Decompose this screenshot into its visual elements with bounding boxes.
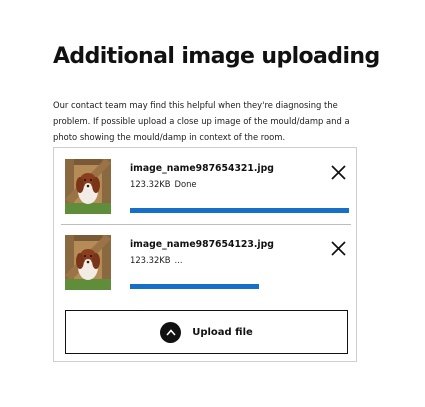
- close-icon: [330, 164, 346, 180]
- upload-file-button[interactable]: Upload file: [65, 310, 348, 354]
- remove-file-button[interactable]: [329, 163, 347, 181]
- upload-progress-bar: [130, 284, 349, 289]
- page-title: Additional image uploading: [53, 44, 380, 69]
- file-item: image_name987654321.jpg 123.32KB Done: [54, 155, 356, 225]
- file-meta: 123.32KB...: [130, 255, 183, 265]
- page-description: Our contact team may find this helpful w…: [53, 100, 350, 142]
- file-meta: 123.32KB Done: [130, 179, 197, 189]
- remove-file-button[interactable]: [329, 239, 347, 257]
- file-status: ...: [174, 255, 183, 265]
- image-thumbnail: [65, 235, 111, 290]
- file-name: image_name987654123.jpg: [130, 239, 274, 250]
- file-status: Done: [174, 179, 197, 189]
- image-thumbnail: [65, 159, 111, 214]
- upload-panel: image_name987654321.jpg 123.32KB Done im…: [53, 147, 357, 362]
- file-name: image_name987654321.jpg: [130, 163, 274, 174]
- chevron-up-icon: [160, 321, 182, 343]
- file-item: image_name987654123.jpg 123.32KB...: [54, 231, 356, 301]
- close-icon: [330, 240, 346, 256]
- upload-progress-bar: [130, 208, 349, 213]
- upload-progress-fill: [130, 284, 260, 289]
- file-size: 123.32KB: [130, 255, 171, 265]
- file-size: 123.32KB: [130, 179, 171, 189]
- upload-file-label: Upload file: [192, 326, 253, 338]
- divider: [61, 224, 351, 225]
- upload-progress-fill: [130, 208, 349, 213]
